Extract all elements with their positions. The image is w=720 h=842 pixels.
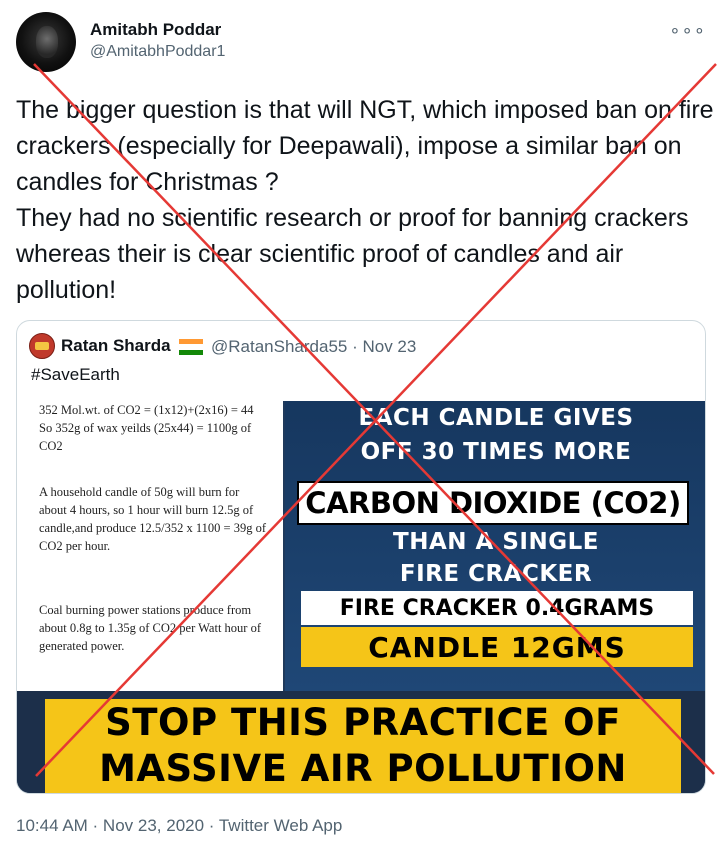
co2-label: CARBON DIOXIDE (CO2) bbox=[297, 481, 689, 525]
quoted-tweet-card[interactable]: Ratan Sharda @RatanSharda55 · Nov 23 #Sa… bbox=[16, 320, 706, 794]
quoted-author-name[interactable]: Ratan Sharda bbox=[61, 336, 171, 356]
banner-line-1: STOP THIS PRACTICE OF bbox=[105, 701, 621, 744]
calc-paragraph-3: Coal burning power stations produce from… bbox=[39, 603, 261, 653]
author-name[interactable]: Amitabh Poddar bbox=[90, 20, 221, 40]
quoted-author-avatar[interactable] bbox=[29, 333, 55, 359]
headline-line-1: EACH CANDLE GIVES bbox=[358, 405, 634, 431]
than-line-2: FIRE CRACKER bbox=[399, 561, 593, 587]
infographic-panel: EACH CANDLE GIVES OFF 30 TIMES MORE CARB… bbox=[285, 401, 705, 691]
banner-yellow: STOP THIS PRACTICE OF MASSIVE AIR POLLUT… bbox=[45, 699, 681, 793]
calc-text-panel: 352 Mol.wt. of CO2 = (1x12)+(2x16) = 44 … bbox=[17, 401, 283, 691]
avatar-face bbox=[36, 26, 58, 58]
quoted-handle-date[interactable]: @RatanSharda55 · Nov 23 bbox=[211, 337, 416, 357]
candle-amount: CANDLE 12GMS bbox=[301, 627, 693, 667]
india-flag-icon bbox=[179, 339, 203, 355]
tweet-text: The bigger question is that will NGT, wh… bbox=[16, 96, 714, 304]
author-handle[interactable]: @AmitabhPoddar1 bbox=[90, 43, 225, 61]
banner-line-2: MASSIVE AIR POLLUTION bbox=[99, 747, 627, 790]
than-line-1: THAN A SINGLE bbox=[393, 529, 599, 555]
calc-paragraph-1: 352 Mol.wt. of CO2 = (1x12)+(2x16) = 44 … bbox=[39, 403, 254, 453]
quoted-image[interactable]: 352 Mol.wt. of CO2 = (1x12)+(2x16) = 44 … bbox=[17, 401, 705, 793]
quoted-text[interactable]: #SaveEarth bbox=[31, 365, 120, 385]
tweet-timestamp[interactable]: 10:44 AM · Nov 23, 2020 · Twitter Web Ap… bbox=[16, 816, 342, 836]
headline-line-2: OFF 30 TIMES MORE bbox=[360, 439, 632, 465]
fire-cracker-amount: FIRE CRACKER 0.4GRAMS bbox=[301, 591, 693, 625]
bottom-banner: STOP THIS PRACTICE OF MASSIVE AIR POLLUT… bbox=[17, 691, 705, 793]
calc-paragraph-2: A household candle of 50g will burn for … bbox=[39, 485, 267, 553]
more-horizontal-icon[interactable]: ∘∘∘ bbox=[669, 20, 706, 41]
author-avatar[interactable] bbox=[16, 12, 76, 72]
